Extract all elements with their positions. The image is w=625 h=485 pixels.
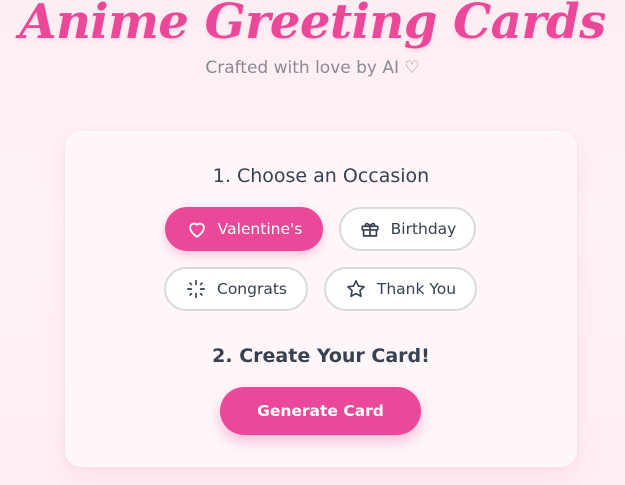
app-subtitle: Crafted with love by AI ♡	[205, 58, 420, 78]
star-icon	[346, 280, 365, 298]
gift-icon	[361, 222, 379, 237]
heart-icon	[188, 222, 205, 238]
occasion-congrats-label: Congrats	[217, 280, 287, 298]
occasion-congrats-button[interactable]: Congrats	[164, 267, 308, 311]
app-title: Anime Greeting Cards	[19, 0, 606, 50]
occasion-thank-you-button[interactable]: Thank You	[324, 267, 477, 311]
occasion-birthday-label: Birthday	[390, 220, 457, 238]
occasion-birthday-button[interactable]: Birthday	[339, 207, 476, 251]
occasion-heading: 1. Choose an Occasion	[212, 165, 430, 187]
sparkles-icon	[186, 279, 206, 299]
occasion-thank-you-label: Thank You	[376, 280, 457, 298]
occasion-valentines-label: Valentine's	[217, 220, 303, 238]
card-builder-panel: 1. Choose an Occasion Valentine's Birthd…	[65, 131, 577, 467]
generate-card-button[interactable]: Generate Card	[220, 387, 421, 435]
occasion-valentines-button[interactable]: Valentine's	[165, 207, 323, 251]
create-heading: 2. Create Your Card!	[212, 345, 430, 367]
